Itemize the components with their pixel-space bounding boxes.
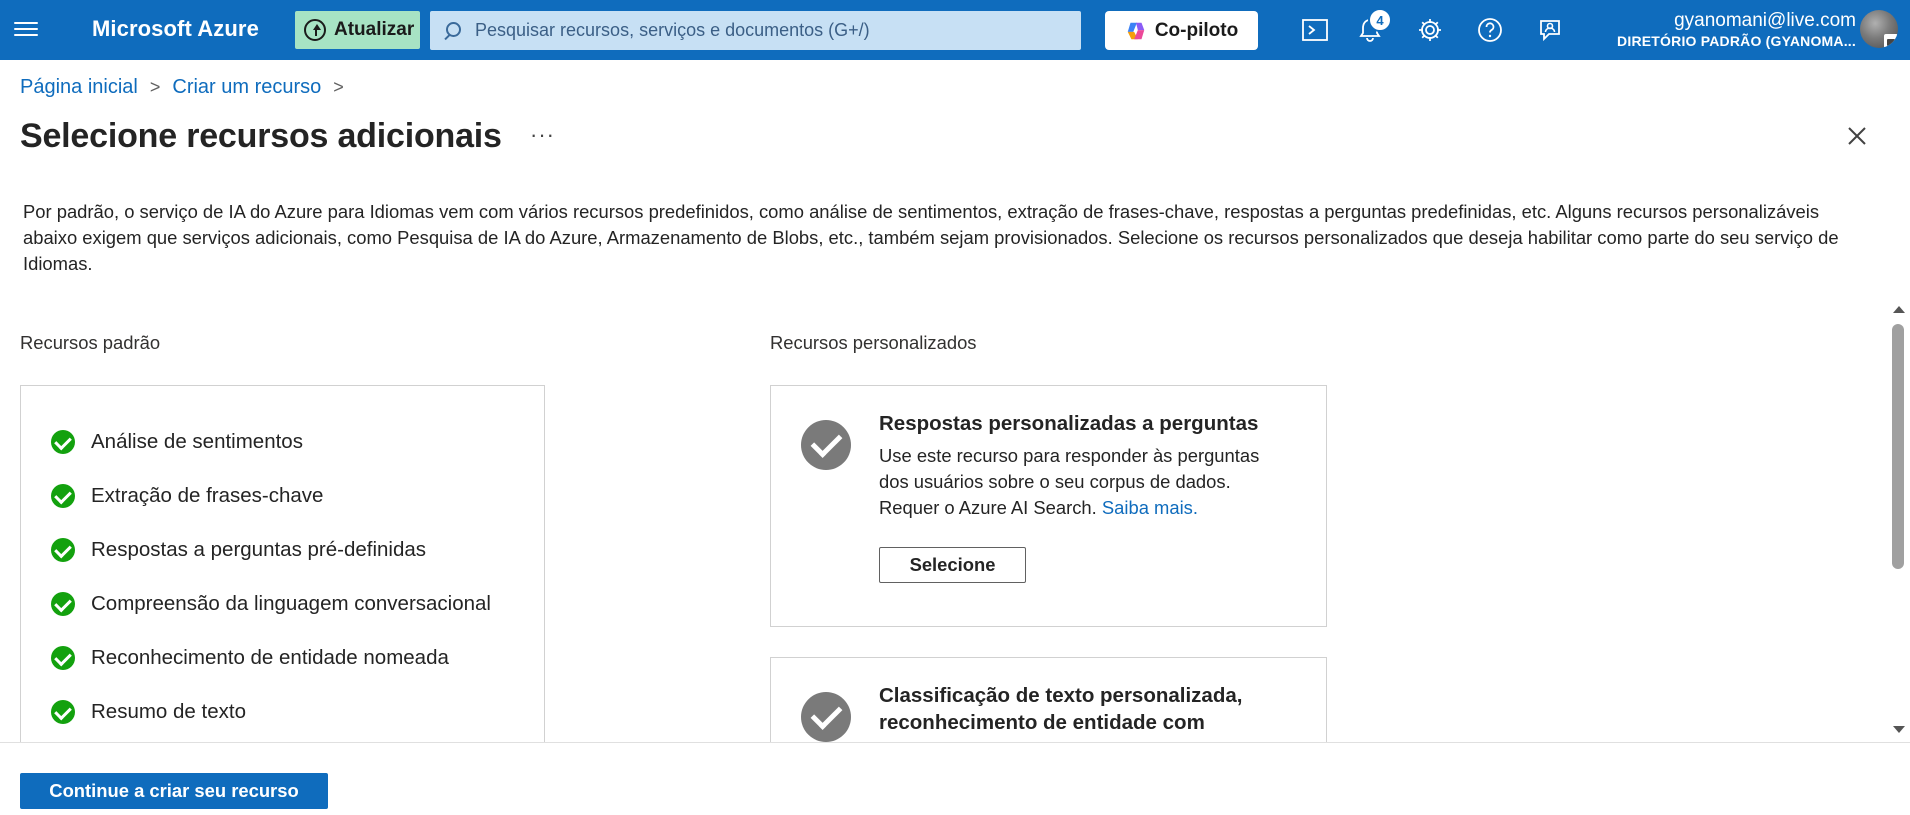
- lock-icon: [1884, 34, 1898, 48]
- update-button-label: Atualizar: [334, 19, 415, 40]
- account-email: gyanomani@live.com: [1674, 10, 1856, 31]
- account-directory: DIRETÓRIO PADRÃO (GYANOMA...: [1617, 33, 1856, 49]
- list-item: Reconhecimento de entidade nomeada: [51, 646, 449, 670]
- top-navigation-bar: Microsoft Azure Atualizar Co-piloto 4 gy…: [0, 0, 1910, 60]
- avatar[interactable]: [1860, 10, 1898, 48]
- continue-create-resource-button[interactable]: Continue a criar seu recurso: [20, 773, 328, 809]
- search-icon: [443, 21, 461, 40]
- feature-label: Extração de frases-chave: [91, 484, 324, 507]
- list-item: Extração de frases-chave: [51, 484, 323, 508]
- feedback-icon[interactable]: [1535, 15, 1565, 45]
- scroll-down-arrow-icon[interactable]: [1893, 726, 1905, 733]
- update-button[interactable]: Atualizar: [295, 11, 420, 49]
- cloud-shell-icon[interactable]: [1300, 15, 1330, 45]
- vertical-scrollbar[interactable]: [1888, 302, 1908, 737]
- card-description-text: Use este recurso para responder às pergu…: [879, 445, 1260, 518]
- feature-label: Resumo de texto: [91, 700, 246, 723]
- page-description: Por padrão, o serviço de IA do Azure par…: [23, 201, 1839, 274]
- card-title-line: Classificação de texto personalizada,: [879, 684, 1243, 707]
- default-features-label: Recursos padrão: [20, 332, 161, 353]
- green-check-icon: [51, 700, 75, 724]
- breadcrumb-separator-icon: >: [149, 77, 161, 97]
- brand-title[interactable]: Microsoft Azure: [92, 16, 259, 42]
- list-item: Compreensão da linguagem conversacional: [51, 592, 491, 616]
- green-check-icon: [51, 484, 75, 508]
- green-check-icon: [51, 538, 75, 562]
- hamburger-menu-icon[interactable]: [14, 18, 38, 42]
- default-features-panel: Análise de sentimentos Extração de frase…: [20, 385, 545, 745]
- account-info[interactable]: gyanomani@live.com DIRETÓRIO PADRÃO (GYA…: [1617, 10, 1856, 50]
- more-options-icon[interactable]: ···: [530, 122, 555, 148]
- copilot-logo-icon: [1127, 22, 1145, 39]
- help-question-icon[interactable]: [1475, 15, 1505, 45]
- breadcrumb-separator-icon: >: [333, 77, 344, 97]
- global-search-box[interactable]: [430, 11, 1081, 50]
- scroll-up-arrow-icon[interactable]: [1893, 306, 1905, 313]
- list-item: Resumo de texto: [51, 700, 246, 724]
- breadcrumb-create-resource-link[interactable]: Criar um recurso: [172, 76, 321, 99]
- page-title: Selecione recursos adicionais: [20, 117, 502, 155]
- gray-check-icon: [801, 420, 851, 470]
- copilot-button[interactable]: Co-piloto: [1105, 11, 1258, 50]
- green-check-icon: [51, 592, 75, 616]
- feature-label: Respostas a perguntas pré-definidas: [91, 538, 427, 561]
- settings-gear-icon[interactable]: [1415, 15, 1445, 45]
- breadcrumb: Página inicial > Criar um recurso >: [20, 76, 356, 99]
- list-item: Análise de sentimentos: [51, 430, 303, 454]
- card-title: Classificação de texto personalizada, re…: [879, 682, 1242, 736]
- feature-label: Compreensão da linguagem conversacional: [91, 592, 491, 615]
- custom-question-answering-card: Respostas personalizadas a perguntas Use…: [770, 385, 1327, 627]
- gray-check-icon: [801, 692, 851, 742]
- list-item: Respostas a perguntas pré-definidas: [51, 538, 426, 562]
- card-title: Respostas personalizadas a perguntas: [879, 412, 1259, 435]
- feature-label: Reconhecimento de entidade nomeada: [91, 646, 449, 669]
- feature-label: Análise de sentimentos: [91, 430, 303, 453]
- breadcrumb-home-link[interactable]: Página inicial: [20, 76, 138, 99]
- search-input[interactable]: [475, 20, 1055, 41]
- green-check-icon: [51, 430, 75, 454]
- learn-more-link[interactable]: Saiba mais.: [1102, 497, 1198, 518]
- copilot-label: Co-piloto: [1154, 19, 1239, 41]
- scrollbar-thumb[interactable]: [1892, 324, 1904, 569]
- select-button[interactable]: Selecione: [879, 547, 1026, 583]
- card-title-line: reconhecimento de entidade com: [879, 711, 1205, 734]
- custom-features-label: Recursos personalizados: [770, 332, 977, 353]
- close-icon[interactable]: [1845, 124, 1869, 148]
- notifications-count-badge: 4: [1368, 8, 1392, 32]
- card-description: Use este recurso para responder às pergu…: [879, 443, 1269, 521]
- upgrade-arrow-icon: [304, 19, 326, 41]
- green-check-icon: [51, 646, 75, 670]
- footer-bar: Continue a criar seu recurso: [0, 742, 1910, 815]
